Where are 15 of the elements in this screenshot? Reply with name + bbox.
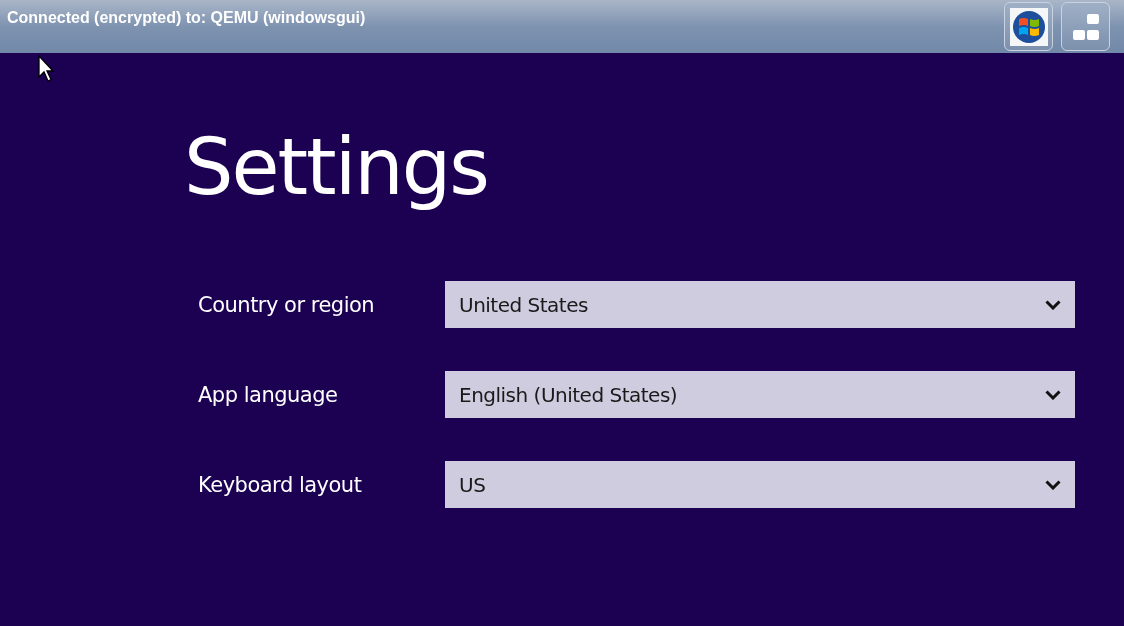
settings-heading: Settings: [183, 121, 489, 214]
field-label: Country or region: [197, 292, 376, 317]
connection-title: Connected (encrypted) to: QEMU (windowsgui): [7, 9, 367, 27]
chevron-down-icon: [1045, 299, 1061, 310]
chevron-down-icon: [1045, 479, 1061, 490]
window-layout-button[interactable]: [1061, 2, 1110, 51]
field-label: App language: [197, 382, 339, 407]
field-label: Keyboard layout: [197, 472, 363, 497]
chevron-down-icon: [1045, 389, 1061, 400]
start-menu-button[interactable]: [1004, 2, 1053, 51]
windows-logo-icon: [1009, 7, 1048, 46]
window-layout-icon: [1070, 11, 1101, 42]
dropdown[interactable]: English (United States): [445, 371, 1075, 418]
dropdown[interactable]: US: [445, 461, 1075, 508]
dropdown[interactable]: United States: [445, 281, 1075, 328]
